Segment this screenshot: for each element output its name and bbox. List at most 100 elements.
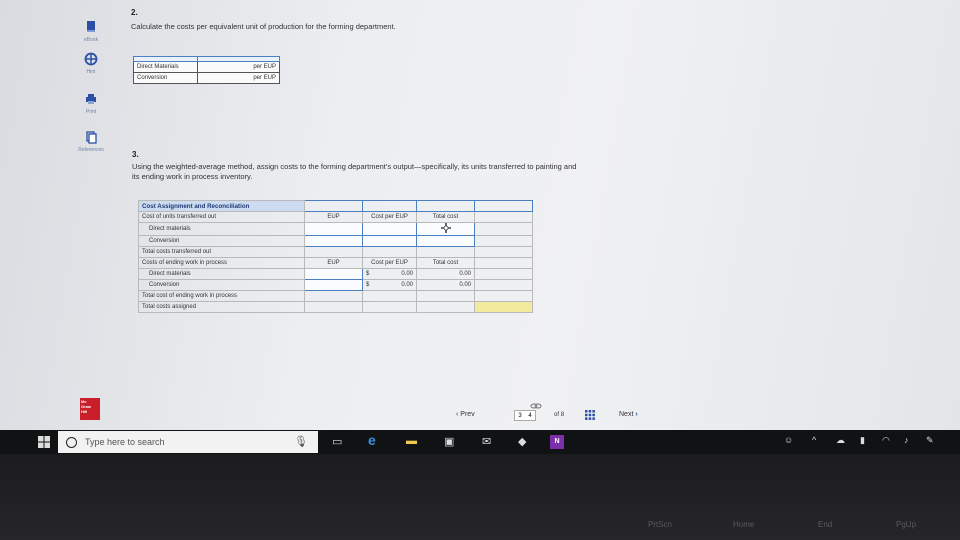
table-title: Cost Assignment and Reconciliation bbox=[138, 200, 305, 212]
sidebar: eBook Hint Print References bbox=[60, 14, 122, 424]
table-cell bbox=[304, 301, 363, 313]
dm-cost-input[interactable]: per EUP bbox=[197, 61, 280, 73]
unit-label: per EUP bbox=[253, 64, 276, 70]
taskbar-search-input[interactable]: Type here to search bbox=[58, 431, 318, 453]
ewip-dm-total: 0.00 bbox=[416, 268, 475, 280]
onenote-icon[interactable]: N bbox=[550, 435, 564, 449]
table-cell bbox=[474, 211, 533, 223]
search-placeholder: Type here to search bbox=[85, 437, 165, 447]
dm-cost-per-eup-input[interactable] bbox=[362, 222, 417, 236]
prev-button[interactable]: ‹ Prev bbox=[456, 411, 475, 418]
table-cell bbox=[474, 268, 533, 280]
pgup-key: PgUp bbox=[896, 520, 917, 529]
table-cell bbox=[304, 200, 363, 212]
table-row: Conversion $ 0.00 0.00 bbox=[138, 279, 533, 291]
table-row: Direct Materials per EUP bbox=[133, 61, 280, 73]
table-cell bbox=[416, 246, 475, 258]
question-3-text-line1: Using the weighted-average method, assig… bbox=[132, 162, 577, 171]
table-cell bbox=[474, 279, 533, 291]
table-cell bbox=[416, 200, 475, 212]
microphone-icon[interactable]: 🎙 bbox=[294, 435, 308, 449]
end-key: End bbox=[818, 520, 833, 529]
row-label: Total costs assigned bbox=[138, 301, 305, 313]
section-label: Costs of ending work in process bbox=[138, 257, 305, 269]
ewip-conversion-cost-per-eup: $ 0.00 bbox=[362, 279, 417, 291]
mail-icon[interactable]: ✉ bbox=[482, 435, 491, 449]
file-explorer-icon[interactable]: ▬ bbox=[406, 435, 417, 449]
pen-icon[interactable]: ✎ bbox=[926, 435, 934, 449]
cloud-icon[interactable]: ☁ bbox=[836, 435, 845, 449]
sidebar-item-label: References bbox=[78, 147, 104, 153]
sidebar-item-label: Hint bbox=[86, 69, 96, 75]
of-label: of bbox=[554, 412, 560, 418]
sidebar-item-ebook[interactable]: eBook bbox=[60, 20, 122, 43]
ewip-dm-eup-input[interactable] bbox=[304, 268, 363, 280]
conversion-total-cost-input[interactable] bbox=[416, 235, 475, 247]
conversion-cost-input[interactable]: per EUP bbox=[197, 72, 280, 84]
ebook-icon bbox=[87, 21, 95, 32]
sidebar-item-references[interactable]: References bbox=[60, 130, 122, 153]
store-icon[interactable]: ▣ bbox=[444, 435, 454, 449]
volume-icon[interactable]: ♪ bbox=[904, 435, 909, 449]
browser-screen: eBook Hint Print References 2. Calculate… bbox=[0, 0, 960, 430]
move-cursor-icon bbox=[440, 223, 451, 233]
unit-label: per EUP bbox=[253, 75, 276, 81]
mcgraw-hill-logo: Mc Graw Hill bbox=[80, 398, 100, 420]
sidebar-item-label: eBook bbox=[83, 37, 99, 43]
windows-taskbar: Type here to search 🎙 ▭ e ▬ ▣ ✉ ◆ N ☺ ^ … bbox=[0, 430, 960, 454]
ewip-conversion-eup-input[interactable] bbox=[304, 279, 363, 291]
next-label: Next bbox=[619, 411, 634, 418]
references-icon bbox=[86, 131, 97, 144]
task-view-icon[interactable]: ▭ bbox=[332, 435, 342, 449]
total-costs-assigned-cell bbox=[474, 301, 533, 313]
row-label: Direct Materials bbox=[133, 61, 198, 73]
question-3-number: 3. bbox=[132, 150, 139, 159]
column-header-cost-per-eup: Cost per EUP bbox=[362, 211, 417, 223]
windows-start-icon[interactable] bbox=[38, 436, 50, 448]
dm-eup-input[interactable] bbox=[304, 222, 363, 236]
dm-total-cost-input[interactable] bbox=[416, 222, 475, 236]
question-2-text: Calculate the costs per equivalent unit … bbox=[131, 22, 396, 31]
table-row: Total cost of ending work in process bbox=[138, 290, 533, 302]
edge-browser-icon[interactable]: e bbox=[368, 432, 376, 448]
table-cell bbox=[416, 301, 475, 313]
column-header-total-cost: Total cost bbox=[416, 257, 475, 269]
chevron-left-icon: ‹ bbox=[456, 411, 459, 418]
home-key: Home bbox=[733, 520, 755, 529]
grid-view-icon[interactable] bbox=[585, 410, 595, 420]
prtscn-key: PrtScn bbox=[648, 520, 673, 529]
table-row: Cost of units transferred out EUP Cost p… bbox=[138, 211, 533, 223]
table-cell bbox=[304, 246, 363, 258]
conversion-eup-input[interactable] bbox=[304, 235, 363, 247]
ewip-dm-cost-per-eup: $ 0.00 bbox=[362, 268, 417, 280]
conversion-cost-per-eup-input[interactable] bbox=[362, 235, 417, 247]
page-indicator[interactable]: 3 4 bbox=[514, 410, 536, 421]
people-icon[interactable]: ☺ bbox=[784, 435, 793, 449]
battery-icon[interactable]: ▮ bbox=[860, 435, 865, 449]
value: 0.00 bbox=[401, 282, 413, 288]
table-cell bbox=[416, 290, 475, 302]
sidebar-item-hint[interactable]: Hint bbox=[60, 52, 122, 75]
row-label: Direct materials bbox=[138, 222, 305, 236]
hint-icon bbox=[84, 52, 98, 66]
table-row: Direct materials bbox=[138, 222, 533, 236]
next-button[interactable]: Next › bbox=[619, 411, 638, 418]
chevron-up-icon[interactable]: ^ bbox=[812, 435, 816, 449]
sidebar-item-print[interactable]: Print bbox=[60, 92, 122, 115]
value: 0.00 bbox=[401, 271, 413, 277]
logo-text: Hill bbox=[81, 409, 88, 414]
page-number: 4 bbox=[528, 413, 532, 419]
column-header-eup: EUP bbox=[304, 211, 363, 223]
dollar-sign: $ bbox=[366, 271, 370, 277]
dollar-sign: $ bbox=[366, 282, 370, 288]
row-label: Total cost of ending work in process bbox=[138, 290, 305, 302]
cost-assignment-table: Cost Assignment and Reconciliation Cost … bbox=[138, 200, 533, 313]
row-label: Conversion bbox=[138, 235, 305, 247]
table-row: Direct materials $ 0.00 0.00 bbox=[138, 268, 533, 280]
table-cell bbox=[362, 246, 417, 258]
wifi-icon[interactable]: ◠ bbox=[882, 435, 890, 449]
prev-label: Prev bbox=[460, 411, 475, 418]
page-total: of 8 bbox=[554, 412, 564, 418]
app-icon[interactable]: ◆ bbox=[518, 435, 526, 449]
table-row: Cost Assignment and Reconciliation bbox=[138, 200, 533, 212]
